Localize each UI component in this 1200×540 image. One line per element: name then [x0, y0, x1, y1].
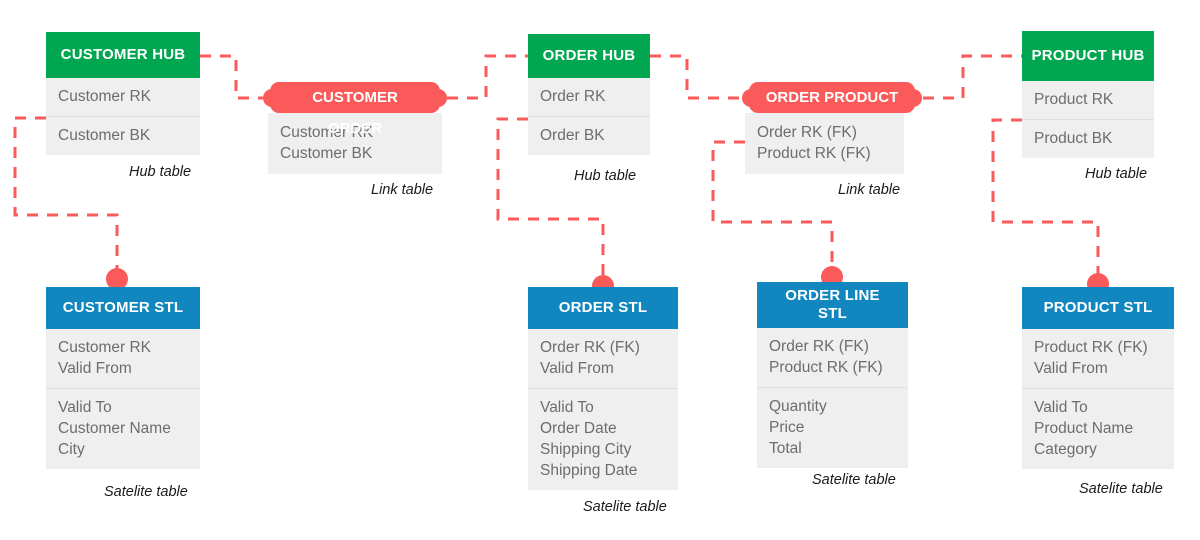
customer-hub-caption: Hub table	[129, 164, 192, 180]
data-vault-diagram: CUSTOMER HUB Customer RK Customer BK Hub…	[0, 0, 1200, 540]
table-product-hub[interactable]: PRODUCT HUB Product RK Product BK	[1022, 31, 1154, 158]
order-stl-section-1: Order RK (FK) Valid From	[528, 329, 678, 388]
customer-hub-section-2: Customer BK	[46, 116, 200, 155]
customer-stl-caption: Satelite table	[104, 484, 188, 500]
customer-hub-section-1: Customer RK	[46, 78, 200, 116]
customer-stl-section-2: Valid To Customer Name City	[46, 388, 200, 469]
order-product-link-caption: Link table	[838, 182, 901, 198]
product-stl-section-1: Product RK (FK) Valid From	[1022, 329, 1174, 388]
table-customer-stl[interactable]: CUSTOMER STL Customer RK Valid From Vali…	[46, 287, 200, 469]
product-stl-section-2: Valid To Product Name Category	[1022, 388, 1174, 469]
table-order-product-link[interactable]: ORDER PRODUCT Order RK (FK) Product RK (…	[745, 82, 915, 174]
order-line-stl-section-2: Quantity Price Total	[757, 387, 908, 468]
product-hub-header: PRODUCT HUB	[1022, 31, 1154, 81]
table-product-stl[interactable]: PRODUCT STL Product RK (FK) Valid From V…	[1022, 287, 1174, 469]
order-product-link-body: Order RK (FK) Product RK (FK)	[745, 113, 904, 174]
order-hub-section-1: Order RK	[528, 78, 650, 116]
order-hub-header: ORDER HUB	[528, 34, 650, 78]
order-line-stl-caption: Satelite table	[812, 472, 896, 488]
table-order-stl[interactable]: ORDER STL Order RK (FK) Valid From Valid…	[528, 287, 678, 490]
order-line-stl-section-1: Order RK (FK) Product RK (FK)	[757, 328, 908, 387]
wire-order-product-to-product-hub	[923, 54, 1022, 100]
product-stl-caption: Satelite table	[1079, 481, 1163, 497]
product-hub-section-2: Product BK	[1022, 119, 1154, 158]
table-customer-order-link[interactable]: CUSTOMER ORDER Customer RK Customer BK	[268, 82, 442, 174]
customer-order-link-caption: Link table	[371, 182, 434, 198]
product-hub-section-1: Product RK	[1022, 81, 1154, 119]
table-order-line-stl[interactable]: ORDER LINE STL Order RK (FK) Product RK …	[757, 282, 908, 468]
wire-order-hub-to-order-product	[650, 54, 742, 100]
wire-customer-hub-to-customer-order	[200, 54, 263, 100]
customer-hub-header: CUSTOMER HUB	[46, 32, 200, 78]
order-hub-caption: Hub table	[574, 168, 637, 184]
table-order-hub[interactable]: ORDER HUB Order RK Order BK	[528, 34, 650, 155]
customer-order-link-header: CUSTOMER ORDER	[270, 82, 440, 137]
order-product-link-header: ORDER PRODUCT	[749, 82, 915, 113]
order-stl-section-2: Valid To Order Date Shipping City Shippi…	[528, 388, 678, 490]
order-line-stl-header: ORDER LINE STL	[757, 282, 908, 328]
order-stl-header: ORDER STL	[528, 287, 678, 329]
product-stl-header: PRODUCT STL	[1022, 287, 1174, 329]
table-customer-hub[interactable]: CUSTOMER HUB Customer RK Customer BK	[46, 32, 200, 155]
customer-stl-header: CUSTOMER STL	[46, 287, 200, 329]
order-stl-caption: Satelite table	[583, 499, 667, 515]
wire-customer-order-to-order-hub	[447, 54, 528, 100]
product-hub-caption: Hub table	[1085, 166, 1148, 182]
customer-stl-section-1: Customer RK Valid From	[46, 329, 200, 388]
order-hub-section-2: Order BK	[528, 116, 650, 155]
